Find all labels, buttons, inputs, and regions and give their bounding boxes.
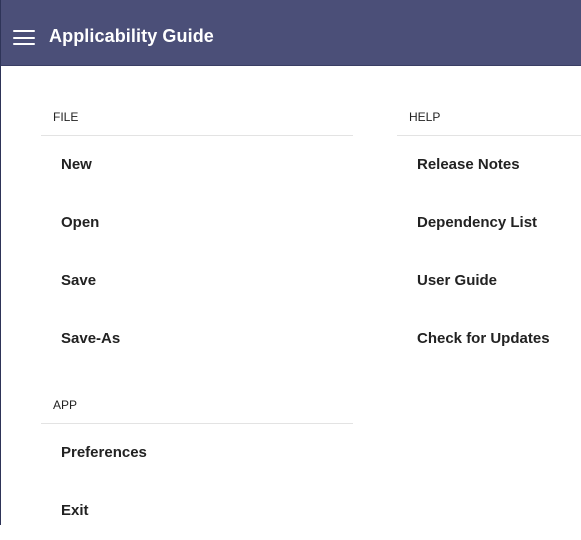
app-bar: Applicability Guide [1, 0, 581, 66]
file-section-header: FILE [41, 108, 353, 136]
menu-item-new[interactable]: New [41, 136, 353, 194]
help-section-header: HELP [397, 108, 581, 136]
menu-item-save[interactable]: Save [41, 252, 353, 310]
file-section: FILE New Open Save Save-As [41, 108, 353, 368]
menu-item-release-notes[interactable]: Release Notes [397, 136, 581, 194]
app-window: Applicability Guide FILE New Open Save S… [0, 0, 581, 525]
menu-item-user-guide[interactable]: User Guide [397, 252, 581, 310]
app-section: APP Preferences Exit [41, 396, 353, 540]
menu-item-check-for-updates[interactable]: Check for Updates [397, 310, 581, 368]
menu-item-save-as[interactable]: Save-As [41, 310, 353, 368]
menu-item-open[interactable]: Open [41, 194, 353, 252]
menu-item-preferences[interactable]: Preferences [41, 424, 353, 482]
menu-item-dependency-list[interactable]: Dependency List [397, 194, 581, 252]
app-section-header: APP [41, 396, 353, 424]
help-section: HELP Release Notes Dependency List User … [397, 108, 581, 368]
hamburger-menu-icon[interactable] [13, 30, 35, 46]
menu-item-exit[interactable]: Exit [41, 482, 353, 540]
app-title: Applicability Guide [49, 26, 214, 46]
